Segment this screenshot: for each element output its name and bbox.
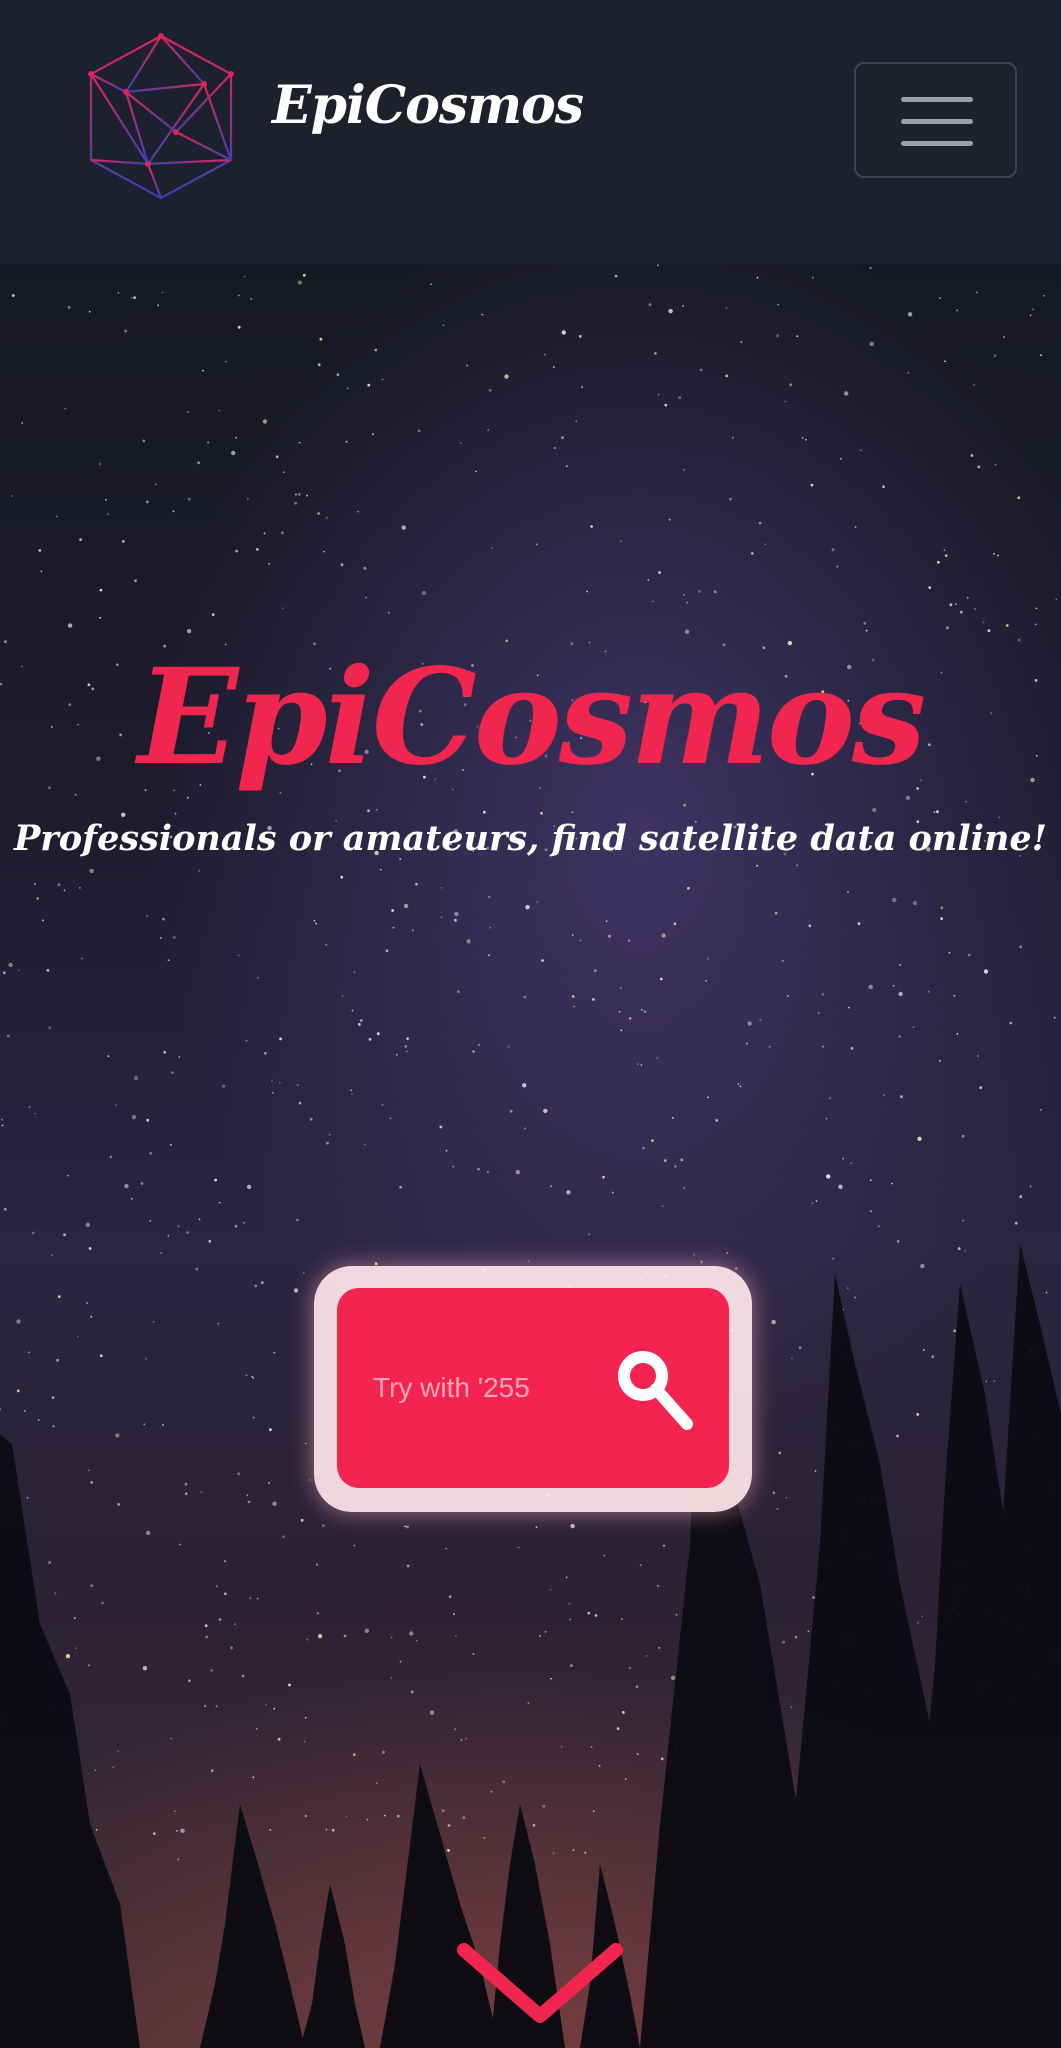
hamburger-menu-icon xyxy=(901,97,973,102)
scroll-down-button[interactable] xyxy=(454,1928,626,2028)
search-input[interactable] xyxy=(373,1358,593,1418)
hero-section: EpiCosmos Professionals or amateurs, fin… xyxy=(0,264,1061,2048)
brand-name[interactable]: EpiCosmos xyxy=(272,80,584,132)
search-button[interactable] xyxy=(607,1340,707,1440)
search-key-icon xyxy=(618,1351,693,1430)
hamburger-bar xyxy=(901,141,973,146)
chevron-down-icon xyxy=(457,1943,623,2023)
geodesic-network-logo-icon[interactable] xyxy=(86,32,236,202)
navbar: EpiCosmos xyxy=(0,0,1061,264)
hamburger-menu-button[interactable] xyxy=(854,62,1017,178)
hero-subtitle: Professionals or amateurs, find satellit… xyxy=(13,818,1048,859)
page: EpiCosmos EpiCosmos Professionals or ama… xyxy=(0,0,1061,2048)
hero-title: EpiCosmos xyxy=(137,640,927,796)
forest-silhouette xyxy=(0,1244,1061,2048)
hamburger-bar xyxy=(901,119,973,124)
search-widget xyxy=(314,1266,752,1512)
search-box xyxy=(337,1288,729,1488)
